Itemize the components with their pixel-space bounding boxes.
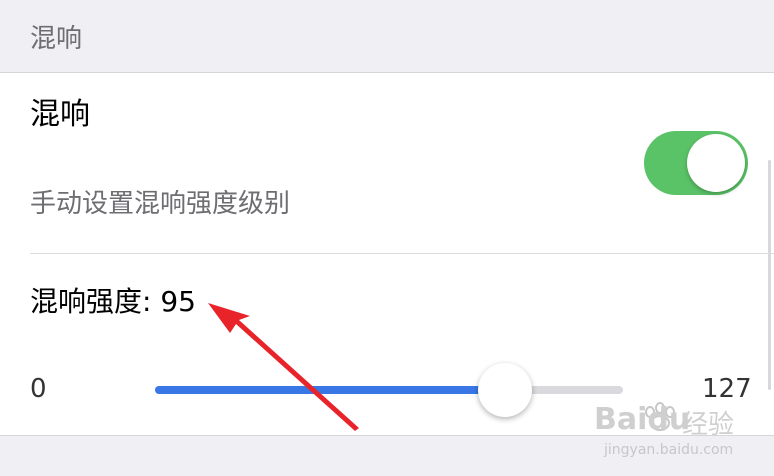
- baidu-watermark: Baidu 经验 jingyan.baidu.com: [588, 386, 768, 466]
- reverb-subtitle: 手动设置混响强度级别: [30, 189, 291, 219]
- watermark-cn: 经验: [682, 410, 735, 440]
- settings-page: 混响 混响 手动设置混响强度级别 混响强度: 95 0 127 Baidu 经验…: [0, 0, 774, 476]
- row-divider: [30, 253, 774, 254]
- watermark-url: jingyan.baidu.com: [604, 442, 734, 458]
- reverb-toggle[interactable]: [644, 131, 748, 195]
- watermark-brand: Baidu: [594, 402, 691, 437]
- reverb-title: 混响: [30, 97, 90, 132]
- settings-card: [0, 73, 774, 435]
- section-header: 混响: [0, 0, 774, 73]
- section-header-label: 混响: [30, 24, 83, 54]
- scroll-indicator[interactable]: [768, 160, 771, 390]
- slider-thumb[interactable]: [478, 363, 532, 417]
- toggle-knob: [687, 134, 745, 192]
- intensity-slider[interactable]: [155, 363, 623, 417]
- slider-min-label: 0: [30, 374, 47, 404]
- slider-fill: [155, 386, 505, 394]
- intensity-label: 混响强度: 95: [30, 285, 196, 318]
